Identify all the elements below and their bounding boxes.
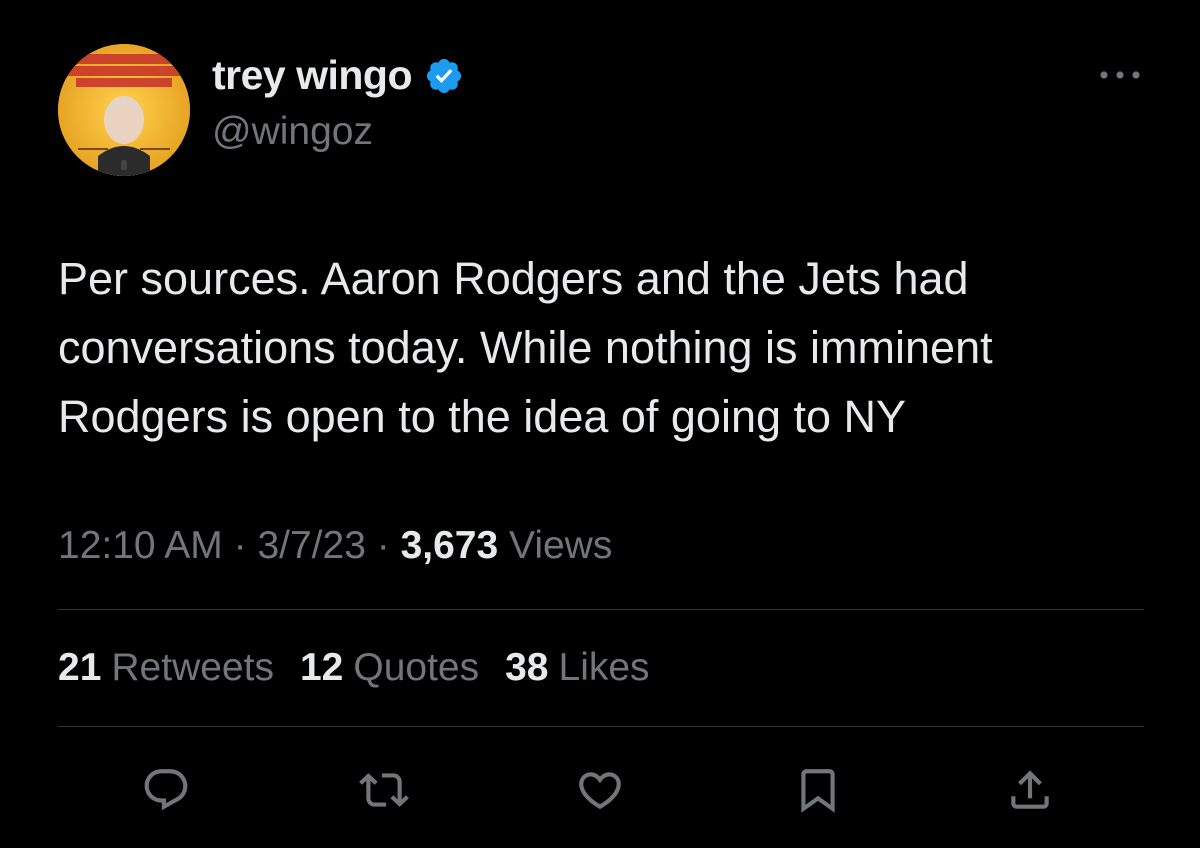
meta-separator: · (222, 524, 258, 567)
tweet-text-line: Rodgers is open to the idea of going to … (58, 391, 907, 442)
retweet-icon (359, 773, 409, 807)
likes-count: 38 (505, 646, 549, 689)
engagement-stats: 21 Retweets 12 Quotes 38 Likes (58, 646, 676, 690)
author-avatar[interactable] (58, 44, 190, 176)
quotes-stat[interactable]: 12 Quotes (300, 646, 479, 690)
quotes-label: Quotes (353, 646, 480, 689)
reply-icon (144, 769, 188, 811)
more-icon (1100, 71, 1140, 79)
more-options-button[interactable] (1096, 62, 1144, 88)
tweet-date[interactable]: 3/7/23 (257, 524, 365, 567)
divider (58, 726, 1144, 727)
divider (58, 609, 1144, 610)
author-display-name[interactable]: trey wingo (212, 52, 413, 99)
like-button[interactable] (572, 762, 628, 818)
tweet-text-line: Per sources. Aaron Rodgers and the Jets … (58, 253, 969, 304)
quotes-count: 12 (299, 646, 344, 689)
share-button[interactable] (1002, 762, 1058, 818)
views-label[interactable]: Views (509, 524, 612, 567)
views-count[interactable]: 3,673 (401, 524, 499, 567)
author-name-row: trey wingo (212, 52, 464, 99)
retweet-button[interactable] (356, 762, 412, 818)
reply-button[interactable] (138, 762, 194, 818)
meta-separator: · (365, 524, 401, 567)
tweet-card: trey wingo @wingoz Per sources. Aaron Ro… (0, 0, 1200, 848)
tweet-metadata: 12:10 AM · 3/7/23 · 3,673 Views (58, 524, 612, 568)
author-handle[interactable]: @wingoz (212, 110, 373, 154)
verified-badge-icon (424, 56, 464, 96)
tweet-time[interactable]: 12:10 AM (58, 524, 223, 567)
tweet-text: Per sources. Aaron Rodgers and the Jets … (58, 244, 1158, 451)
heart-icon (579, 772, 621, 810)
avatar-image (58, 44, 190, 176)
bookmark-icon (801, 769, 835, 813)
retweets-stat[interactable]: 21 Retweets (58, 646, 274, 690)
likes-label: Likes (558, 646, 650, 689)
tweet-text-line: conversations today. While nothing is im… (58, 322, 993, 373)
action-bar (0, 762, 1200, 818)
share-icon (1011, 770, 1049, 809)
retweets-label: Retweets (111, 646, 274, 689)
likes-stat[interactable]: 38 Likes (505, 646, 649, 690)
bookmark-button[interactable] (790, 762, 846, 818)
retweets-count: 21 (58, 646, 102, 689)
